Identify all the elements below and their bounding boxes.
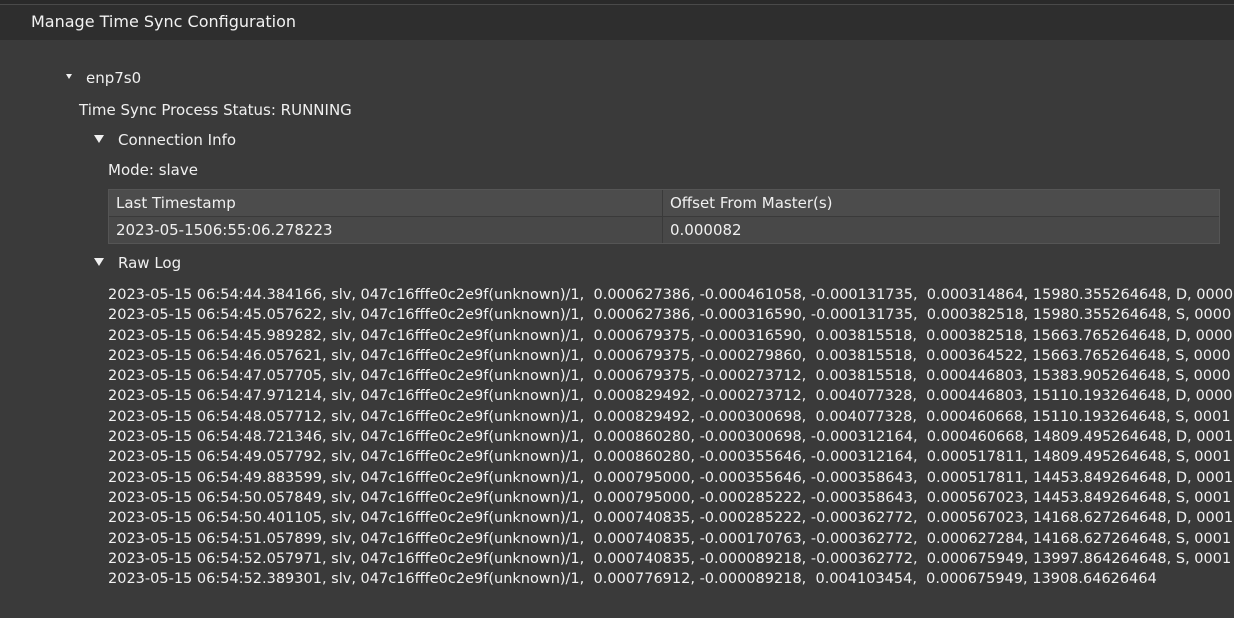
log-line: 2023-05-15 06:54:49.883599, slv, 047c16f… <box>108 469 1234 486</box>
main-content: enp7s0 Time Sync Process Status: RUNNING… <box>0 40 1234 618</box>
log-line: 2023-05-15 06:54:51.057899, slv, 047c16f… <box>108 530 1232 547</box>
log-line: 2023-05-15 06:54:44.384166, slv, 047c16f… <box>108 287 1234 303</box>
column-header-offset[interactable]: Offset From Master(s) <box>663 190 1219 216</box>
interface-name: enp7s0 <box>86 69 142 87</box>
connection-info-toggle[interactable]: Connection Info <box>94 131 236 149</box>
log-line: 2023-05-15 06:54:52.057971, slv, 047c16f… <box>108 550 1232 567</box>
interface-toggle[interactable]: enp7s0 <box>66 69 141 87</box>
log-line: 2023-05-15 06:54:45.989282, slv, 047c16f… <box>108 327 1233 344</box>
log-line: 2023-05-15 06:54:50.401105, slv, 047c16f… <box>108 510 1234 527</box>
log-line: 2023-05-15 06:54:50.057849, slv, 047c16f… <box>108 489 1232 506</box>
log-line: 2023-05-15 06:54:48.057712, slv, 047c16f… <box>108 408 1231 425</box>
log-line: 2023-05-15 06:54:46.057621, slv, 047c16f… <box>108 347 1231 364</box>
log-line: 2023-05-15 06:54:47.971214, slv, 047c16f… <box>108 388 1233 405</box>
raw-log-panel: 2023-05-15 06:54:44.384166, slv, 047c16f… <box>108 285 1234 589</box>
table-row: 2023-05-1506:55:06.278223 0.000082 <box>109 217 1219 243</box>
process-status: Time Sync Process Status: RUNNING <box>79 101 352 119</box>
log-line: 2023-05-15 06:54:52.389301, slv, 047c16f… <box>108 571 1157 588</box>
table-cell: 2023-05-1506:55:06.278223 <box>109 217 663 243</box>
log-line: 2023-05-15 06:54:47.057705, slv, 047c16f… <box>108 368 1231 385</box>
collapse-triangle-icon[interactable] <box>94 134 104 143</box>
log-line: 2023-05-15 06:54:48.721346, slv, 047c16f… <box>108 429 1234 446</box>
mode-text: Mode: slave <box>108 161 198 179</box>
connection-info-label: Connection Info <box>118 131 237 149</box>
title-bar: Manage Time Sync Configuration <box>0 5 1234 40</box>
page-title: Manage Time Sync Configuration <box>31 12 297 31</box>
collapse-triangle-icon[interactable] <box>94 257 104 266</box>
table-header-row: Last Timestamp Offset From Master(s) <box>109 190 1219 217</box>
table-cell: 0.000082 <box>670 221 742 239</box>
collapse-triangle-icon[interactable] <box>66 74 72 79</box>
raw-log-label: Raw Log <box>118 254 182 272</box>
log-line: 2023-05-15 06:54:49.057792, slv, 047c16f… <box>108 449 1232 466</box>
column-header-last-timestamp[interactable]: Last Timestamp <box>109 190 663 216</box>
timestamp-table: Last Timestamp Offset From Master(s) 202… <box>108 189 1220 244</box>
raw-log-toggle[interactable]: Raw Log <box>94 254 181 272</box>
log-line: 2023-05-15 06:54:45.057622, slv, 047c16f… <box>108 307 1232 324</box>
